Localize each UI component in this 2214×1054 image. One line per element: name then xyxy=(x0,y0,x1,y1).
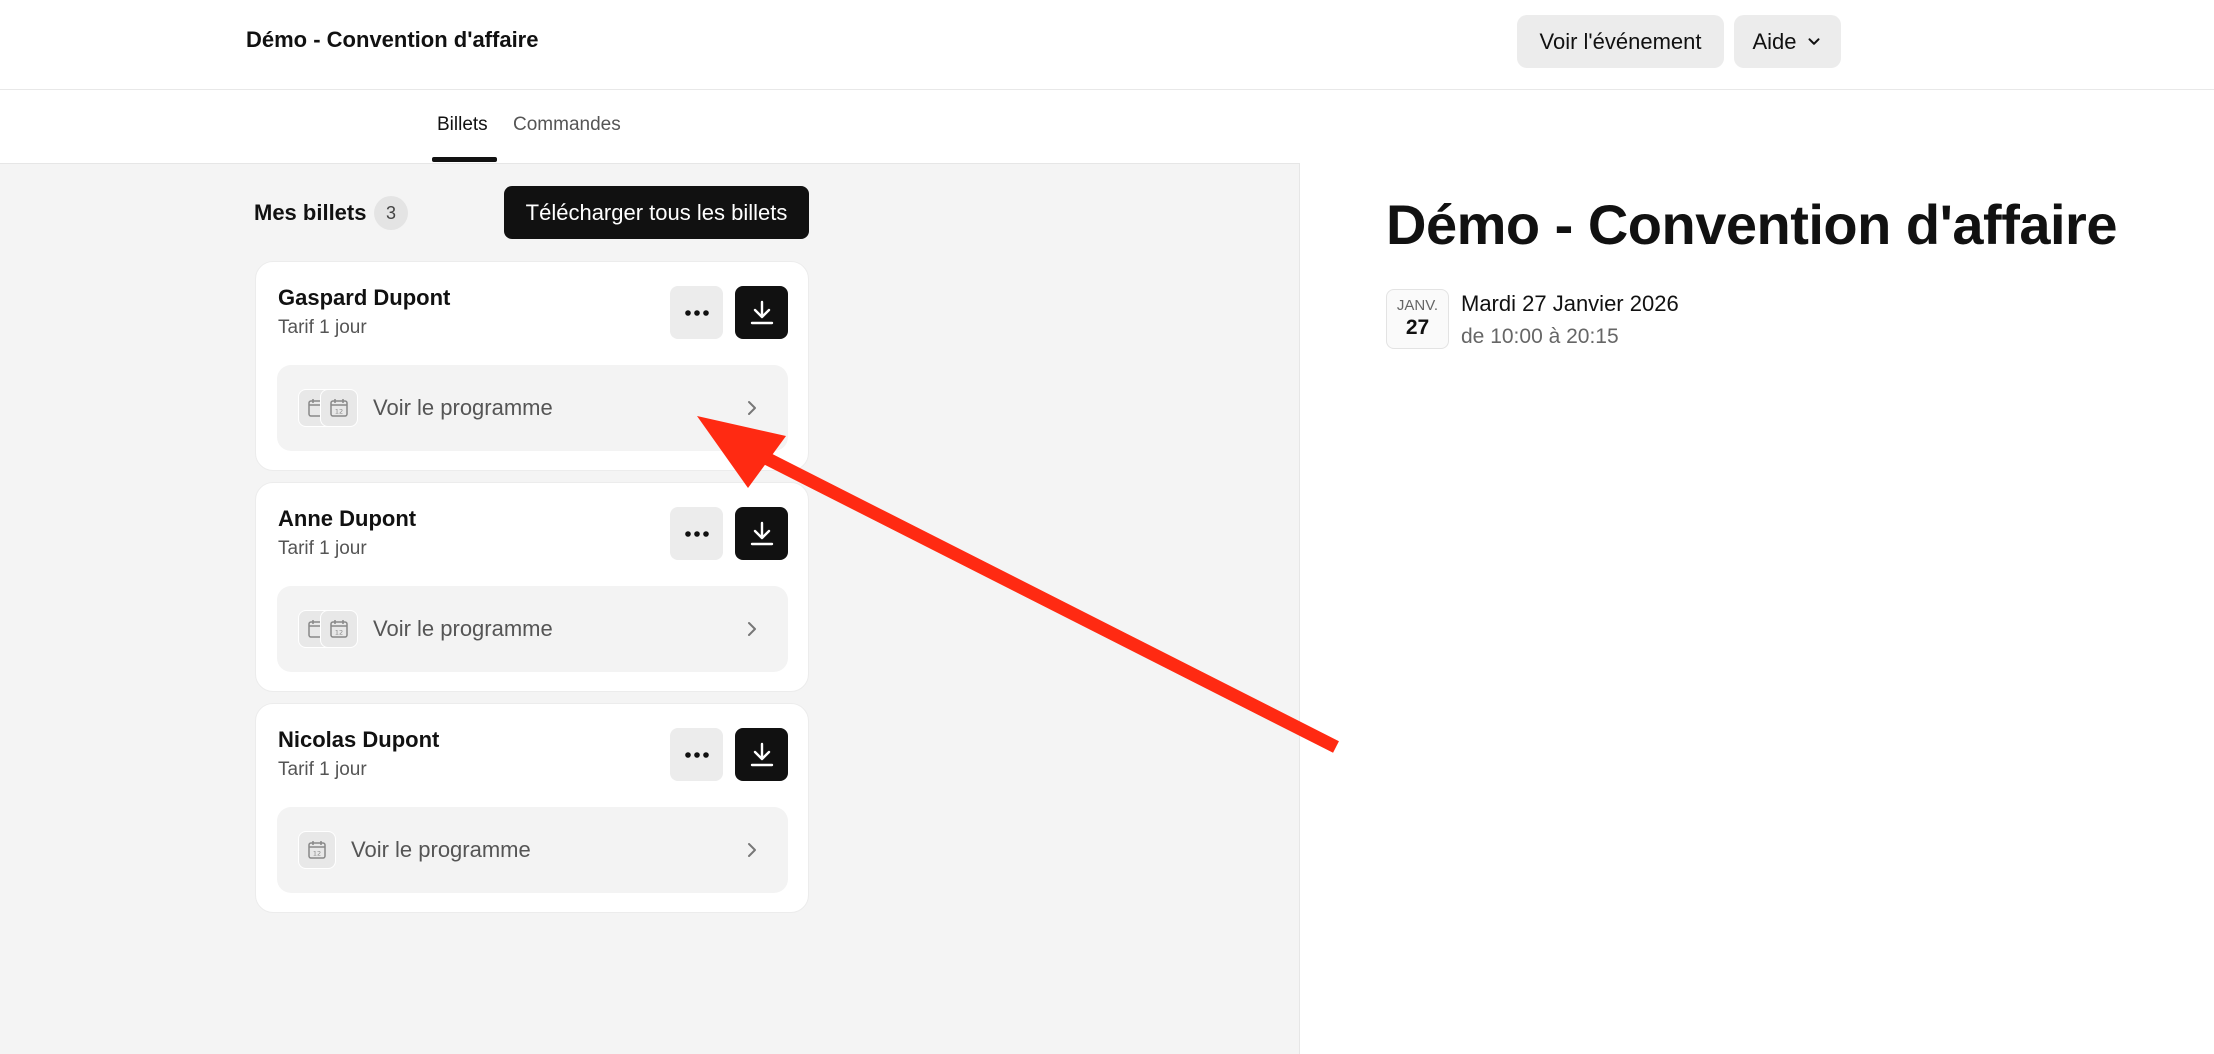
chevron-right-icon xyxy=(748,401,756,415)
help-button[interactable]: Aide xyxy=(1734,15,1841,68)
event-time: de 10:00 à 20:15 xyxy=(1461,325,1619,348)
more-horizontal-icon xyxy=(684,751,709,758)
ticket-tier: Tarif 1 jour xyxy=(278,538,367,559)
ticket-card: Anne Dupont Tarif 1 jour 12 Voir le prog… xyxy=(255,482,809,692)
ticket-card: Nicolas Dupont Tarif 1 jour 12 Voir le p… xyxy=(255,703,809,913)
top-bar: Démo - Convention d'affaire Voir l'événe… xyxy=(0,0,2214,90)
view-event-label: Voir l'événement xyxy=(1539,28,1702,54)
ticket-more-button[interactable] xyxy=(670,286,723,339)
tickets-section-title: Mes billets xyxy=(254,200,367,225)
chevron-down-icon xyxy=(1807,37,1820,45)
svg-text:12: 12 xyxy=(335,629,343,637)
ticket-holder-name: Gaspard Dupont xyxy=(278,285,451,310)
help-label: Aide xyxy=(1752,28,1797,54)
view-program-label: Voir le programme xyxy=(373,616,553,641)
ticket-download-button[interactable] xyxy=(735,286,788,339)
view-program-link[interactable]: 12 Voir le programme xyxy=(277,365,788,451)
calendar-icon: 12 xyxy=(320,389,358,427)
date-month: JANV. xyxy=(1396,297,1439,314)
ticket-tier: Tarif 1 jour xyxy=(278,317,367,338)
tab-commandes[interactable]: Commandes xyxy=(513,114,621,136)
tickets-pane: Billets Commandes Mes billets 3 Téléchar… xyxy=(0,90,1300,1054)
ticket-download-button[interactable] xyxy=(735,507,788,560)
chevron-right-icon xyxy=(748,622,756,636)
calendar-icon: 12 xyxy=(320,610,358,648)
chevron-right-icon xyxy=(748,843,756,857)
ticket-card: Gaspard Dupont Tarif 1 jour 12 Voir le p… xyxy=(255,261,809,471)
tab-billets[interactable]: Billets xyxy=(437,114,488,136)
download-icon xyxy=(750,521,773,545)
download-all-tickets-button[interactable]: Télécharger tous les billets xyxy=(504,186,809,239)
event-title: Démo - Convention d'affaire xyxy=(1386,193,2118,256)
view-program-link[interactable]: 12 Voir le programme xyxy=(277,807,788,893)
view-program-link[interactable]: 12 Voir le programme xyxy=(277,586,788,672)
ticket-tier: Tarif 1 jour xyxy=(278,759,367,780)
view-program-label: Voir le programme xyxy=(351,837,531,862)
event-date: Mardi 27 Janvier 2026 xyxy=(1461,291,1679,316)
download-icon xyxy=(750,742,773,766)
tabs-bar: Billets Commandes xyxy=(0,90,1300,164)
date-badge: JANV. 27 xyxy=(1386,289,1449,349)
more-horizontal-icon xyxy=(684,530,709,537)
download-icon xyxy=(750,300,773,324)
ticket-more-button[interactable] xyxy=(670,507,723,560)
svg-text:12: 12 xyxy=(335,408,343,416)
calendar-icon: 12 xyxy=(298,831,336,869)
tickets-count-badge: 3 xyxy=(374,196,408,230)
ticket-more-button[interactable] xyxy=(670,728,723,781)
active-tab-indicator xyxy=(432,157,497,162)
view-program-label: Voir le programme xyxy=(373,395,553,420)
svg-text:12: 12 xyxy=(313,850,321,858)
ticket-download-button[interactable] xyxy=(735,728,788,781)
ticket-holder-name: Anne Dupont xyxy=(278,506,417,531)
ticket-holder-name: Nicolas Dupont xyxy=(278,727,440,752)
date-day: 27 xyxy=(1405,316,1430,339)
more-horizontal-icon xyxy=(684,309,709,316)
view-event-button[interactable]: Voir l'événement xyxy=(1517,15,1724,68)
app-title: Démo - Convention d'affaire xyxy=(246,27,539,52)
